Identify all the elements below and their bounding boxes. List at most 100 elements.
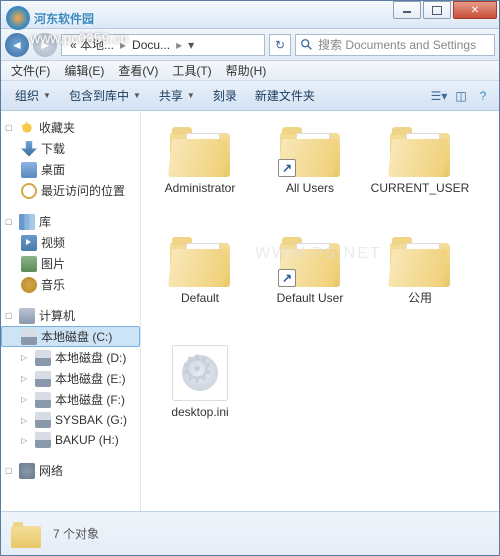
file-label: CURRENT_USER (371, 181, 470, 195)
share-button[interactable]: 共享▼ (151, 83, 203, 108)
include-library-button[interactable]: 包含到库中▼ (61, 83, 149, 108)
file-label: Administrator (165, 181, 236, 195)
sidebar-favorites[interactable]: ▢收藏夹 (1, 117, 140, 138)
sidebar-downloads[interactable]: 下载 (1, 138, 140, 159)
shortcut-overlay-icon: ↗ (278, 159, 296, 177)
music-icon (21, 277, 37, 293)
expand-icon: ▷ (21, 416, 31, 425)
burn-button[interactable]: 刻录 (205, 83, 245, 108)
chevron-down-icon: ▼ (43, 91, 51, 100)
preview-pane-button[interactable]: ◫ (451, 86, 471, 106)
file-list[interactable]: Administrator ↗ All Users CURRENT_USER Defau… (141, 111, 499, 511)
new-folder-button[interactable]: 新建文件夹 (247, 83, 323, 108)
menu-view[interactable]: 查看(V) (112, 60, 164, 81)
content-area: ▢收藏夹 下载 桌面 最近访问的位置 ▢库 视频 图片 音乐 ▢计算机 本地磁盘… (1, 111, 499, 511)
ini-file-icon (172, 345, 228, 401)
toolbar: 组织▼ 包含到库中▼ 共享▼ 刻录 新建文件夹 ☰▾ ◫ ? (1, 81, 499, 111)
expand-icon: ▷ (21, 436, 31, 445)
menu-edit[interactable]: 编辑(E) (58, 60, 110, 81)
breadcrumb-dropdown-icon[interactable]: ▾ (184, 38, 198, 52)
sidebar-drive-f[interactable]: ▷本地磁盘 (F:) (1, 389, 140, 410)
organize-button[interactable]: 组织▼ (7, 83, 59, 108)
video-icon (21, 235, 37, 251)
search-input[interactable]: 搜索 Documents and Settings (295, 34, 495, 56)
refresh-button[interactable]: ↻ (269, 34, 291, 56)
sidebar-music[interactable]: 音乐 (1, 274, 140, 295)
watermark-site: 河东软件园 (34, 10, 94, 27)
navigation-pane: ▢收藏夹 下载 桌面 最近访问的位置 ▢库 视频 图片 音乐 ▢计算机 本地磁盘… (1, 111, 141, 511)
sidebar-videos[interactable]: 视频 (1, 232, 140, 253)
drive-icon (35, 432, 51, 448)
expand-icon: ▷ (21, 395, 31, 404)
breadcrumb-sep-icon: ▸ (176, 38, 182, 52)
drive-icon (35, 371, 51, 387)
minimize-button[interactable] (393, 1, 421, 19)
drive-icon (35, 412, 51, 428)
status-bar: 7 个对象 (1, 511, 499, 555)
file-item[interactable]: Default (145, 231, 255, 341)
status-folder-icon (11, 520, 43, 548)
folder-icon (168, 125, 232, 177)
folder-icon (388, 235, 452, 287)
sidebar-drive-d[interactable]: ▷本地磁盘 (D:) (1, 347, 140, 368)
file-item[interactable]: ↗ All Users (255, 121, 365, 231)
gear-icon (182, 355, 218, 391)
expand-icon: ▷ (21, 374, 31, 383)
menu-file[interactable]: 文件(F) (5, 60, 56, 81)
sidebar-network[interactable]: ▢网络 (1, 460, 140, 481)
folder-icon (168, 235, 232, 287)
breadcrumb-segment-2[interactable]: Docu... (128, 38, 174, 52)
watermark-center: WWW.PS.NET (255, 245, 382, 263)
search-placeholder: 搜索 Documents and Settings (318, 36, 476, 53)
desktop-icon (21, 162, 37, 178)
collapse-icon: ▢ (5, 123, 15, 132)
collapse-icon: ▢ (5, 311, 15, 320)
sidebar-drive-h[interactable]: ▷BAKUP (H:) (1, 430, 140, 450)
folder-icon (388, 125, 452, 177)
file-label: desktop.ini (171, 405, 228, 419)
sidebar-libraries[interactable]: ▢库 (1, 211, 140, 232)
file-label: Default User (277, 291, 344, 305)
file-item[interactable]: desktop.ini (145, 341, 255, 451)
help-button[interactable]: ? (473, 86, 493, 106)
menu-tools[interactable]: 工具(T) (166, 60, 217, 81)
collapse-icon: ▢ (5, 466, 15, 475)
file-item[interactable]: Administrator (145, 121, 255, 231)
search-icon (300, 38, 314, 52)
sidebar-desktop[interactable]: 桌面 (1, 159, 140, 180)
star-icon (19, 120, 35, 136)
network-icon (19, 463, 35, 479)
drive-icon (21, 329, 37, 345)
picture-icon (21, 256, 37, 272)
watermark-url: www.pc0359.cn (30, 30, 128, 46)
drive-icon (35, 350, 51, 366)
library-icon (19, 214, 35, 230)
menu-help[interactable]: 帮助(H) (220, 60, 273, 81)
sidebar-pictures[interactable]: 图片 (1, 253, 140, 274)
maximize-button[interactable] (423, 1, 451, 19)
collapse-icon: ▢ (5, 217, 15, 226)
file-label: All Users (286, 181, 334, 195)
chevron-down-icon: ▼ (133, 91, 141, 100)
sidebar-drive-e[interactable]: ▷本地磁盘 (E:) (1, 368, 140, 389)
folder-icon: ↗ (278, 125, 342, 177)
watermark-top: 河东软件园 (6, 6, 94, 30)
sidebar-computer[interactable]: ▢计算机 (1, 305, 140, 326)
chevron-down-icon: ▼ (187, 91, 195, 100)
close-button[interactable] (453, 1, 497, 19)
drive-icon (35, 392, 51, 408)
watermark-logo-icon (6, 6, 30, 30)
sidebar-recent[interactable]: 最近访问的位置 (1, 180, 140, 201)
download-icon (21, 141, 37, 157)
back-button[interactable]: ◄ (5, 33, 29, 57)
expand-icon: ▷ (21, 353, 31, 362)
file-item[interactable]: CURRENT_USER (365, 121, 475, 231)
explorer-window: ◄ ► « 本地... ▸ Docu... ▸ ▾ ↻ 搜索 Documents… (0, 0, 500, 556)
sidebar-drive-g[interactable]: ▷SYSBAK (G:) (1, 410, 140, 430)
sidebar-drive-c[interactable]: 本地磁盘 (C:) (1, 326, 140, 347)
file-label: Default (181, 291, 219, 305)
view-options-button[interactable]: ☰▾ (429, 86, 449, 106)
computer-icon (19, 308, 35, 324)
shortcut-overlay-icon: ↗ (278, 269, 296, 287)
menu-bar: 文件(F) 编辑(E) 查看(V) 工具(T) 帮助(H) (1, 61, 499, 81)
